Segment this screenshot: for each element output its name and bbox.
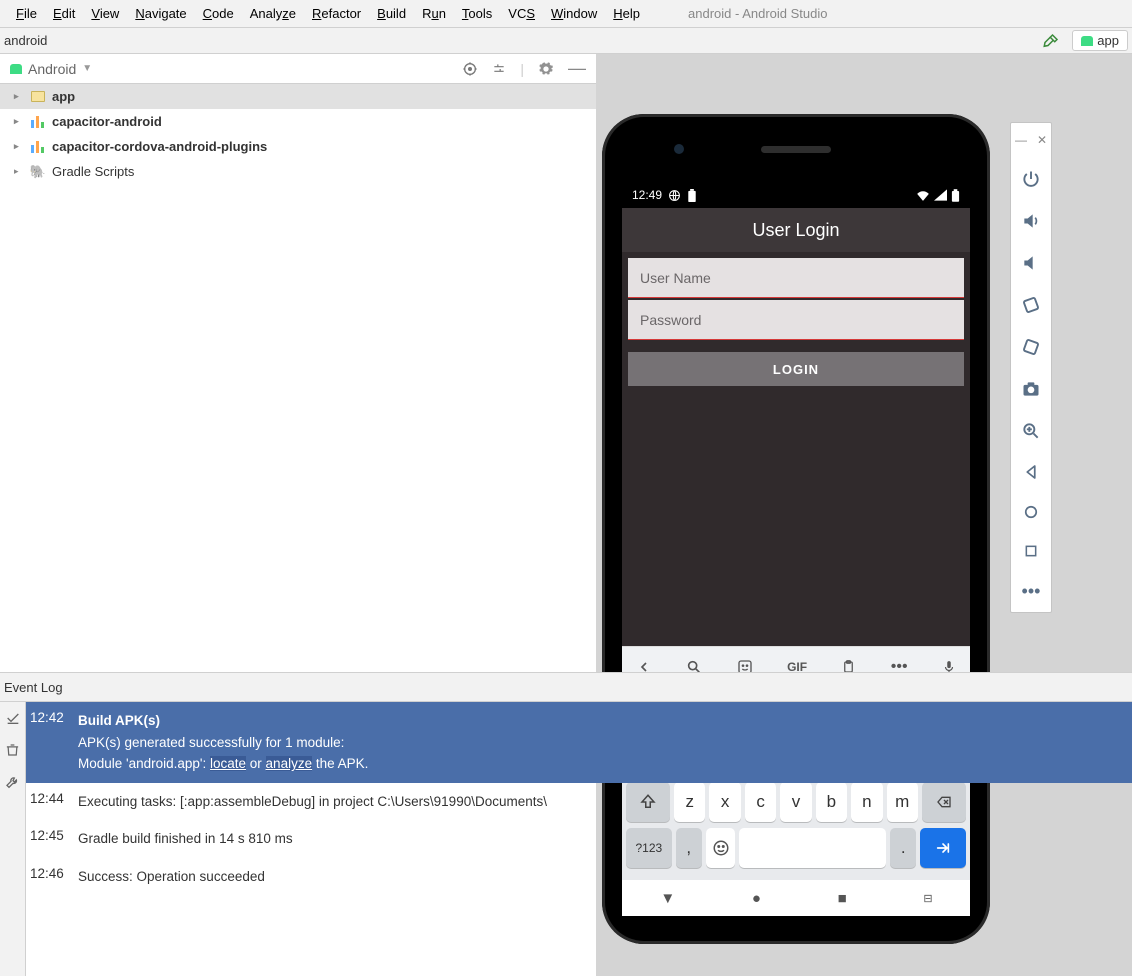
username-field[interactable] [628,258,964,298]
project-view-selector[interactable]: Android [28,61,76,77]
gradle-icon: 🐘 [30,164,46,180]
log-entry[interactable]: 12:45 Gradle build finished in 14 s 810 … [26,820,1132,858]
target-icon[interactable] [462,61,478,77]
menu-tools[interactable]: Tools [454,4,500,23]
app-title-bar: User Login [622,208,970,252]
event-log-header[interactable]: Event Log [0,672,1132,702]
close-icon[interactable]: ✕ [1037,133,1047,147]
battery-icon [951,189,960,202]
log-time: 12:45 [30,828,66,850]
volume-down-icon[interactable] [1021,253,1041,273]
locate-link[interactable]: locate [210,756,246,771]
status-time: 12:49 [632,188,662,202]
event-log-content: 12:42 Build APK(s) APK(s) generated succ… [26,702,1132,976]
settings-icon[interactable] [492,62,506,76]
log-body: APK(s) generated successfully for 1 modu… [78,735,344,750]
log-time: 12:46 [30,866,66,888]
password-field[interactable] [628,300,964,340]
tree-label: capacitor-cordova-android-plugins [52,139,267,154]
menu-navigate[interactable]: Navigate [127,4,194,23]
tree-node-capacitor-android[interactable]: ▸ capacitor-android [0,109,596,134]
run-config-selector[interactable]: app [1072,30,1128,51]
tree-label: Gradle Scripts [52,164,134,179]
menu-window[interactable]: Window [543,4,605,23]
wrench-icon[interactable] [5,774,21,790]
battery-icon [687,189,697,202]
log-time: 12:42 [30,710,66,775]
menu-view[interactable]: View [83,4,127,23]
menu-analyze[interactable]: Analyze [242,4,304,23]
phone-camera [674,144,684,154]
run-config-label: app [1097,33,1119,48]
app-title: User Login [752,220,839,241]
check-icon[interactable] [5,710,21,726]
build-icon[interactable] [1042,32,1060,50]
login-button[interactable]: LOGIN [628,352,964,386]
tree-node-gradle-scripts[interactable]: ▸🐘 Gradle Scripts [0,159,596,184]
breadcrumb-bar: android app [0,28,1132,54]
tree-label: capacitor-android [52,114,162,129]
overview-icon[interactable] [1023,543,1039,559]
chevron-down-icon[interactable]: ▼ [82,63,92,74]
window-title: android - Android Studio [688,6,827,21]
log-title: Build APK(s) [78,713,160,728]
menu-vcs[interactable]: VCS [500,4,543,23]
project-tree: ▸ app ▸ capacitor-android ▸ capacitor-co… [0,84,596,184]
tree-node-app[interactable]: ▸ app [0,84,596,109]
log-mid: or [246,756,266,771]
log-body-post: the APK. [312,756,368,771]
log-time: 12:44 [30,791,66,813]
back-icon[interactable] [1022,463,1040,481]
zoom-icon[interactable] [1021,421,1041,441]
menu-file[interactable]: File [8,4,45,23]
analyze-link[interactable]: analyze [266,756,313,771]
log-body: Executing tasks: [:app:assembleDebug] in… [78,791,1128,813]
status-bar: 12:49 [622,182,970,208]
event-log-gutter [0,702,26,976]
wifi-icon [916,189,930,201]
signal-icon [934,189,947,201]
login-form: LOGIN [622,252,970,392]
menu-help[interactable]: Help [605,4,648,23]
event-log-panel: Event Log 12:42 Build APK(s) APK(s) gene… [0,672,1132,976]
camera-icon[interactable] [1021,379,1041,399]
volume-up-icon[interactable] [1021,211,1041,231]
trash-icon[interactable] [5,742,20,758]
rotate-right-icon[interactable] [1021,337,1041,357]
android-icon [1081,36,1093,46]
minimize-icon[interactable]: — [1015,133,1027,147]
menu-build[interactable]: Build [369,4,414,23]
log-body: Gradle build finished in 14 s 810 ms [78,828,1128,850]
menu-run[interactable]: Run [414,4,454,23]
project-pane-header: Android ▼ | — [0,54,596,84]
phone-speaker [761,146,831,153]
menu-refactor[interactable]: Refactor [304,4,369,23]
log-entry[interactable]: 12:46 Success: Operation succeeded [26,858,1132,896]
globe-icon [668,189,681,202]
home-icon[interactable] [1022,503,1040,521]
menu-code[interactable]: Code [195,4,242,23]
android-icon [10,64,22,74]
more-icon[interactable]: ••• [1022,581,1041,602]
menu-bar: File Edit View Navigate Code Analyze Ref… [0,0,1132,28]
tree-label: app [52,89,75,104]
log-entry-build-apk[interactable]: 12:42 Build APK(s) APK(s) generated succ… [26,702,1132,783]
menu-edit[interactable]: Edit [45,4,83,23]
gear-icon[interactable] [538,61,554,77]
minimize-icon[interactable]: — [568,58,586,79]
power-icon[interactable] [1021,169,1041,189]
rotate-left-icon[interactable] [1021,295,1041,315]
log-body-pre: Module 'android.app': [78,756,210,771]
tree-node-capacitor-cordova[interactable]: ▸ capacitor-cordova-android-plugins [0,134,596,159]
log-body: Success: Operation succeeded [78,866,1128,888]
log-entry[interactable]: 12:44 Executing tasks: [:app:assembleDeb… [26,783,1132,821]
breadcrumb[interactable]: android [4,33,47,48]
emulator-toolbar: — ✕ ••• [1010,122,1052,613]
